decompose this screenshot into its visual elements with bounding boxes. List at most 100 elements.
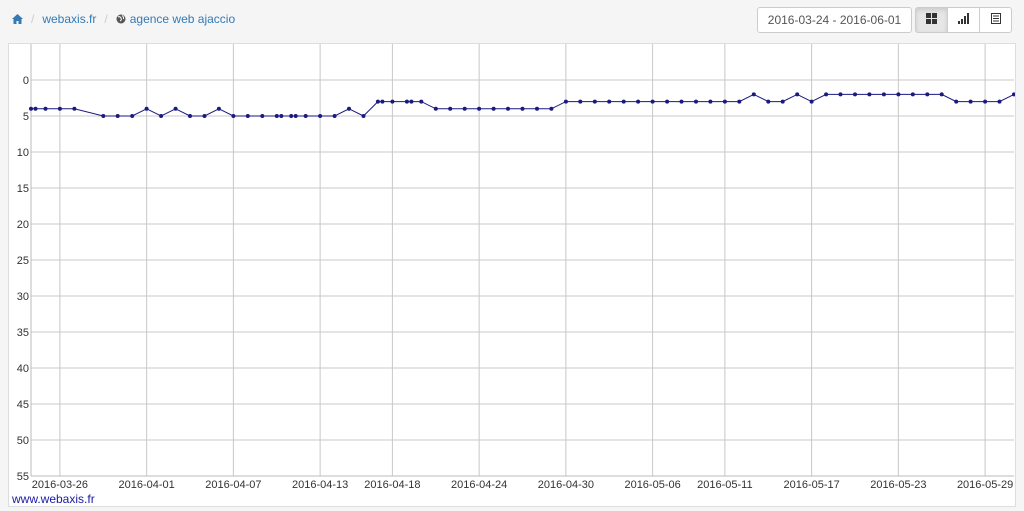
data-point xyxy=(260,114,265,118)
data-point xyxy=(390,99,395,104)
y-tick-label: 35 xyxy=(17,327,29,339)
data-point xyxy=(448,106,453,111)
x-tick-label: 2016-05-06 xyxy=(624,479,680,491)
data-point xyxy=(202,114,207,118)
y-tick-label: 0 xyxy=(23,75,29,87)
data-point xyxy=(607,99,612,104)
data-point xyxy=(404,99,409,104)
data-point xyxy=(896,92,901,97)
data-point xyxy=(520,106,525,111)
y-tick-label: 10 xyxy=(17,147,29,159)
chart-view-button[interactable] xyxy=(947,7,980,33)
data-point xyxy=(380,99,385,104)
data-point xyxy=(144,106,149,111)
y-tick-label: 30 xyxy=(17,291,29,303)
breadcrumb-home[interactable] xyxy=(12,14,23,24)
data-point xyxy=(650,99,655,104)
data-point xyxy=(188,114,192,118)
data-point xyxy=(925,92,930,97)
breadcrumb-keyword-label: agence web ajaccio xyxy=(129,12,236,26)
data-point xyxy=(665,99,670,104)
x-tick-label: 2016-05-11 xyxy=(697,479,752,491)
data-point xyxy=(462,106,467,111)
data-point xyxy=(29,106,33,111)
x-tick-label: 2016-04-24 xyxy=(451,479,507,491)
data-point xyxy=(679,99,684,104)
watermark-text: www.webaxis.fr xyxy=(12,492,95,506)
breadcrumb: / webaxis.fr / agence web ajaccio xyxy=(12,12,235,26)
table-view-button[interactable] xyxy=(979,7,1012,33)
data-point xyxy=(997,99,1002,104)
data-point xyxy=(361,114,366,118)
grid-view-button[interactable] xyxy=(915,7,948,33)
data-point xyxy=(318,114,323,118)
home-icon xyxy=(12,14,23,24)
data-point xyxy=(115,114,120,118)
y-tick-label: 20 xyxy=(17,219,29,231)
data-point xyxy=(621,99,626,104)
view-toggle-group xyxy=(915,7,1012,33)
data-point xyxy=(173,106,178,111)
x-tick-label: 2016-04-13 xyxy=(292,479,348,491)
breadcrumb-keyword-link[interactable]: agence web ajaccio xyxy=(116,12,235,26)
y-tick-label: 40 xyxy=(17,363,29,375)
x-tick-label: 2016-04-01 xyxy=(119,479,175,491)
globe-icon xyxy=(116,14,126,24)
data-point xyxy=(274,114,279,118)
data-point xyxy=(1012,92,1015,97)
data-point xyxy=(72,106,77,111)
data-point xyxy=(433,106,438,111)
ranking-chart: 0 5 10 15 20 25 30 35 40 45 50 552016-03-26 2016-04-… xyxy=(17,44,1015,491)
x-tick-label: 2016-04-07 xyxy=(205,479,261,491)
data-point xyxy=(853,92,857,97)
y-tick-label: 45 xyxy=(17,399,29,411)
breadcrumb-separator: / xyxy=(31,12,35,26)
list-icon xyxy=(990,11,1001,29)
breadcrumb-separator: / xyxy=(104,12,108,26)
data-point xyxy=(968,99,973,104)
data-point xyxy=(279,114,284,118)
data-point xyxy=(303,114,308,118)
data-point xyxy=(216,106,221,111)
x-tick-label: 2016-03-26 xyxy=(32,479,88,491)
data-point xyxy=(130,114,135,118)
data-point xyxy=(159,114,164,118)
data-point xyxy=(694,99,698,104)
data-point xyxy=(57,106,62,111)
x-tick-label: 2016-04-18 xyxy=(364,479,420,491)
data-point xyxy=(910,92,915,97)
data-point xyxy=(477,106,482,111)
date-range-picker[interactable]: 2016-03-24 - 2016-06-01 xyxy=(757,7,912,33)
y-tick-label: 15 xyxy=(17,183,29,195)
data-point xyxy=(419,99,424,104)
data-point xyxy=(636,99,641,104)
data-point xyxy=(751,92,756,97)
data-point xyxy=(101,114,106,118)
data-point xyxy=(737,99,742,104)
data-point xyxy=(549,106,554,111)
data-point xyxy=(722,99,727,104)
x-tick-label: 2016-04-30 xyxy=(538,479,594,491)
data-point xyxy=(809,99,814,104)
series-line xyxy=(31,93,1015,117)
data-point xyxy=(506,106,510,111)
breadcrumb-site-link[interactable]: webaxis.fr xyxy=(42,12,96,26)
data-point xyxy=(838,92,843,97)
data-point xyxy=(375,99,380,104)
y-tick-label: 5 xyxy=(23,111,29,123)
y-tick-label: 55 xyxy=(17,471,29,483)
data-point xyxy=(578,99,583,104)
data-point xyxy=(245,114,250,118)
data-point xyxy=(293,114,298,118)
data-point xyxy=(563,99,568,104)
data-point xyxy=(231,114,236,118)
data-point xyxy=(939,92,944,97)
data-point xyxy=(347,106,351,111)
y-tick-label: 25 xyxy=(17,255,29,267)
data-point xyxy=(592,99,597,104)
data-point xyxy=(409,99,414,104)
signal-bars-icon xyxy=(958,11,969,29)
data-point xyxy=(332,114,337,118)
data-point xyxy=(289,114,294,118)
data-point xyxy=(708,99,713,104)
